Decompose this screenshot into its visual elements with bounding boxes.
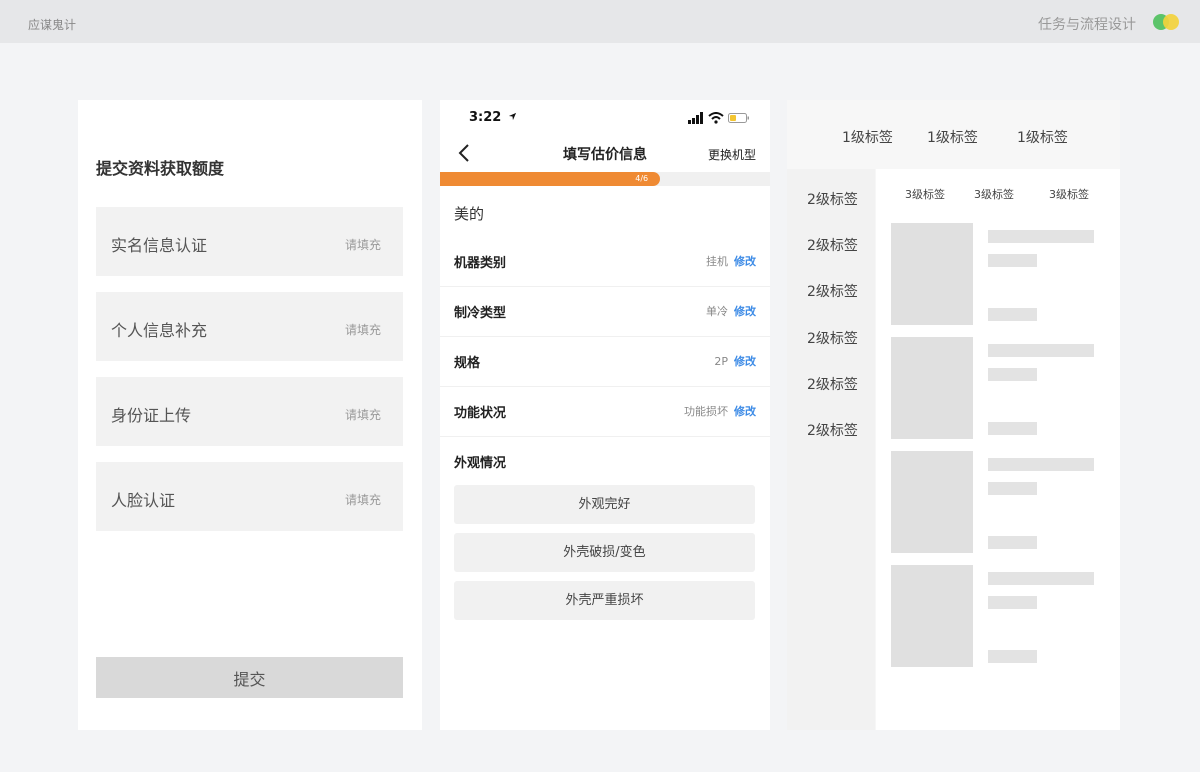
level3-tab[interactable]: 3级标签 [1049,186,1089,202]
level3-tab[interactable]: 3级标签 [905,186,945,202]
placeholder-line [988,308,1037,321]
top-bar: 应谋鬼计 任务与流程设计 [0,0,1200,43]
level1-tab[interactable]: 1级标签 [842,127,893,147]
product-thumbnail [891,565,973,667]
level3-tab[interactable]: 3级标签 [974,186,1014,202]
placeholder-line [988,344,1094,357]
wifi-icon [708,112,724,124]
placeholder-line [988,650,1037,663]
spec-right: 单冷 修改 [706,303,756,319]
placeholder-line [988,458,1094,471]
placeholder-line [988,422,1037,435]
field-placeholder: 请填充 [344,238,381,252]
logo-dots-icon [1153,14,1181,30]
signal-icon [688,112,703,124]
level2-item[interactable]: 2级标签 [807,420,858,440]
field-face-auth[interactable]: 人脸认证 请填充 [96,462,403,531]
spec-right: 2P 修改 [714,353,756,369]
spec-value: 2P [714,355,728,368]
phone-panel: 3:22 填写估价信息 更换机型 4/6 美的 机器类别 挂机 修改 制冷类型 … [440,100,770,730]
field-label: 身份证上传 [111,406,192,425]
spec-value: 功能损坏 [684,405,728,418]
field-real-name-auth[interactable]: 实名信息认证 请填充 [96,207,403,276]
edit-link[interactable]: 修改 [734,405,756,418]
progress-bar: 4/6 [440,172,770,186]
product-thumbnail [891,451,973,553]
level2-item[interactable]: 2级标签 [807,281,858,301]
placeholder-line [988,536,1037,549]
level2-item[interactable]: 2级标签 [807,235,858,255]
field-label: 个人信息补充 [111,321,208,340]
form-title: 提交资料获取额度 [96,159,225,178]
placeholder-line [988,368,1037,381]
level2-item[interactable]: 2级标签 [807,328,858,348]
spec-right: 挂机 修改 [706,253,756,269]
level2-sidebar: 2级标签 2级标签 2级标签 2级标签 2级标签 2级标签 [787,169,875,730]
level1-tab[interactable]: 1级标签 [927,127,978,147]
spec-row-cooling-type[interactable]: 制冷类型 单冷 修改 [440,287,770,337]
level2-item[interactable]: 2级标签 [807,374,858,394]
placeholder-line [988,230,1094,243]
edit-link[interactable]: 修改 [734,305,756,318]
level1-tab[interactable]: 1级标签 [1017,127,1068,147]
spec-label: 功能状况 [454,406,507,421]
spec-right: 功能损坏 修改 [684,403,756,419]
status-time: 3:22 [469,110,517,125]
submit-button[interactable]: 提交 [96,657,403,698]
spec-label: 机器类别 [454,256,507,271]
placeholder-line [988,572,1094,585]
location-arrow-icon [508,112,516,121]
battery-icon [728,113,749,123]
spec-label: 制冷类型 [454,306,507,321]
edit-link[interactable]: 修改 [734,355,756,368]
field-label: 人脸认证 [111,491,176,510]
level2-item[interactable]: 2级标签 [807,189,858,209]
spec-label: 规格 [454,356,481,371]
placeholder-line [988,254,1037,267]
condition-option-damaged[interactable]: 外壳破损/变色 [454,533,755,572]
spec-value: 单冷 [706,305,728,318]
level1-tab-bar: 1级标签 1级标签 1级标签 [787,100,1120,169]
content-area: 3级标签 3级标签 3级标签 [876,169,1120,730]
spec-row-size[interactable]: 规格 2P 修改 [440,337,770,387]
product-brand: 美的 [454,205,485,223]
field-label: 实名信息认证 [111,236,208,255]
spec-row-machine-type[interactable]: 机器类别 挂机 修改 [440,237,770,287]
yellow-dot-icon [1163,14,1179,30]
status-icons [688,112,750,124]
field-placeholder: 请填充 [344,323,381,337]
edit-link[interactable]: 修改 [734,255,756,268]
field-id-upload[interactable]: 身份证上传 请填充 [96,377,403,446]
brand-name: 应谋鬼计 [28,18,77,32]
progress-text: 4/6 [635,174,649,183]
form-panel: 提交资料获取额度 实名信息认证 请填充 个人信息补充 请填充 身份证上传 请填充… [78,100,422,730]
spec-value: 挂机 [706,255,728,268]
change-model-button[interactable]: 更换机型 [708,146,756,163]
page-title: 任务与流程设计 [1038,17,1136,33]
field-placeholder: 请填充 [344,493,381,507]
spec-row-function-status[interactable]: 功能状况 功能损坏 修改 [440,387,770,437]
field-personal-info[interactable]: 个人信息补充 请填充 [96,292,403,361]
condition-label: 外观情况 [454,456,507,471]
condition-option-severe[interactable]: 外壳严重损坏 [454,581,755,620]
product-thumbnail [891,223,973,325]
placeholder-line [988,482,1037,495]
field-placeholder: 请填充 [344,408,381,422]
progress-fill: 4/6 [440,172,661,186]
condition-option-good[interactable]: 外观完好 [454,485,755,524]
category-panel: 1级标签 1级标签 1级标签 2级标签 2级标签 2级标签 2级标签 2级标签 … [787,100,1120,730]
placeholder-line [988,596,1037,609]
product-thumbnail [891,337,973,439]
